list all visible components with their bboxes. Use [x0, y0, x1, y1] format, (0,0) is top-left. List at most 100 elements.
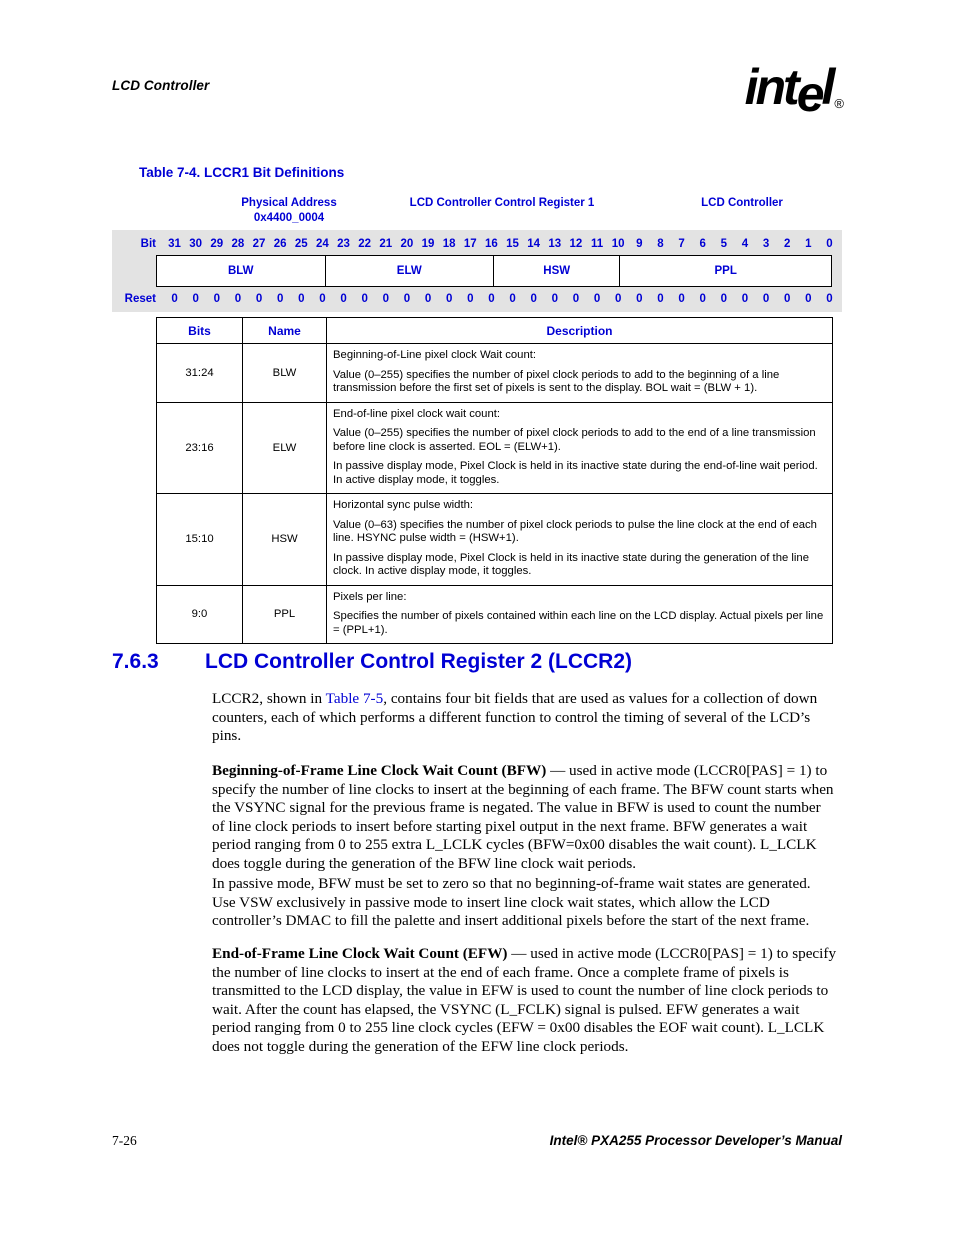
section-title: LCD Controller Control Register 2 (LCCR2… [205, 650, 633, 673]
table-7-5-link[interactable]: Table 7-5 [326, 690, 384, 707]
reset-value-bit-29: 0 [213, 293, 221, 305]
footer-manual-title: Intel® PXA255 Processor Developer’s Manu… [549, 1133, 842, 1148]
reset-value-bit-19: 0 [424, 293, 432, 305]
cell-name-hsw: HSW [242, 493, 327, 586]
reset-value-bit-26: 0 [276, 293, 284, 305]
cell-bits-ppl: 9:0 [156, 584, 243, 644]
register-field-hsw: HSW [494, 256, 621, 286]
bit-number-18: 18 [442, 238, 456, 250]
register-field-blw: BLW [157, 256, 326, 286]
column-header-bits: Bits [156, 317, 243, 344]
cell-name-elw: ELW [242, 401, 327, 494]
bit-number-21: 21 [379, 238, 393, 250]
bit-number-12: 12 [569, 238, 583, 250]
cell-bits-hsw: 15:10 [156, 493, 243, 586]
reset-value-bit-24: 0 [319, 293, 326, 305]
intel-logo: intel ® [744, 59, 844, 122]
reset-value-bit-3: 0 [762, 293, 770, 305]
bit-number-22: 22 [358, 238, 372, 250]
reset-value-bit-4: 0 [741, 293, 749, 305]
bit-number-2: 2 [783, 238, 791, 250]
intel-logo-text: intel [744, 59, 836, 122]
reset-value-bit-16: 0 [488, 293, 495, 305]
bit-number-15: 15 [506, 238, 519, 250]
description-paragraph: In passive display mode, Pixel Clock is … [333, 551, 809, 578]
paragraph-efw: End-of-Frame Line Clock Wait Count (EFW)… [212, 945, 837, 1057]
cell-description-blw: Beginning-of-Line pixel clock Wait count… [326, 343, 833, 403]
bfw-term: Beginning-of-Frame Line Clock Wait Count… [212, 762, 547, 779]
footer-page-number: 7-26 [112, 1133, 137, 1148]
reset-value-bit-10: 0 [614, 293, 622, 305]
bit-number-5: 5 [720, 238, 728, 250]
reset-value-bit-23: 0 [340, 293, 347, 305]
reset-value-bit-20: 0 [403, 293, 411, 305]
reset-value-bit-9: 0 [636, 293, 643, 305]
bit-number-14: 14 [527, 238, 541, 250]
bit-number-25: 25 [294, 238, 308, 250]
column-header-description: Description [326, 317, 833, 344]
bit-number-30: 30 [189, 238, 203, 250]
register-gray-band: Bit 31 30 29 28 27 26 25 24 23 22 21 20 19 18 17 16 15 14… [112, 230, 842, 312]
reset-value-bit-22: 0 [361, 293, 368, 305]
reset-value-bit-27: 0 [255, 293, 263, 305]
reset-value-cells: 0 0 0 0 0 0 0 0 0 0 0 0 0 0 0 0 0 0 0 0 0 0 0 0 0 0 0 0 0 0 0 0 [164, 293, 840, 305]
bit-number-0: 0 [826, 238, 833, 250]
bit-number-9: 9 [636, 238, 643, 250]
reset-value-bit-5: 0 [720, 293, 728, 305]
bit-number-31: 31 [168, 238, 181, 250]
reset-value-bit-7: 0 [678, 293, 685, 305]
intro-text-before: LCCR2, shown in [212, 690, 326, 707]
bit-number-28: 28 [231, 238, 245, 250]
reset-value-bit-18: 0 [445, 293, 453, 305]
reset-value-bit-15: 0 [509, 293, 516, 305]
reset-value-row: Reset 0 0 0 0 0 0 0 0 0 0 0 0 0 0 0 0 0 0 0 0 0 0 0 0 0 0 0 0 0 0 0 0 [112, 288, 842, 310]
reset-value-bit-8: 0 [657, 293, 664, 305]
paragraph-intro: LCCR2, shown in Table 7-5, contains four… [212, 690, 837, 746]
table-body: 31:24 BLW Beginning-of-Line pixel clock Wa… [156, 343, 833, 644]
register-diagram-titles: Physical Address 0x4400_0004 LCD Control… [112, 196, 842, 230]
table-row: 23:16 ELW End-of-line pixel clock wait cou… [156, 401, 833, 494]
description-paragraph: In passive display mode, Pixel Clock is … [333, 460, 818, 486]
reset-value-bit-0: 0 [826, 293, 833, 305]
reset-value-bit-28: 0 [234, 293, 242, 305]
bit-number-11: 11 [590, 238, 604, 250]
description-paragraph: Value (0–63) specifies the number of pix… [333, 518, 817, 545]
reset-row-label: Reset [124, 293, 156, 305]
reset-value-bit-30: 0 [192, 293, 199, 305]
cell-description-ppl: Pixels per line: Specifies the number of … [326, 584, 833, 644]
description-paragraph: Value (0–255) specifies the number of pi… [333, 427, 816, 453]
bit-number-20: 20 [400, 238, 414, 250]
bit-number-3: 3 [762, 238, 770, 250]
paragraph-passive-mode: In passive mode, BFW must be set to zero… [212, 875, 837, 931]
bit-number-1: 1 [805, 238, 812, 250]
reset-value-bit-13: 0 [551, 293, 559, 305]
reset-value-bit-25: 0 [298, 293, 305, 305]
cell-description-hsw: Horizontal sync pulse width: Value (0–63)… [326, 493, 833, 586]
efw-term: End-of-Frame Line Clock Wait Count (EFW) [212, 945, 508, 962]
register-name-label: LCD Controller Control Register 1 [409, 197, 595, 209]
bit-definitions-table: Bits Name Description 31:24 BLW Beginning-… [156, 317, 833, 644]
running-header: LCD Controller [112, 78, 210, 93]
column-header-name: Name [242, 317, 327, 344]
register-field-elw: ELW [326, 256, 494, 286]
bit-number-7: 7 [678, 238, 685, 250]
reset-value-bit-21: 0 [382, 293, 390, 305]
bit-number-4: 4 [741, 238, 749, 250]
description-paragraph: Specifies the number of pixels contained… [333, 610, 824, 636]
bit-number-29: 29 [210, 238, 224, 250]
bit-number-cells: 31 30 29 28 27 26 25 24 23 22 21 20 19 18 17 16 15 14 13 12… [164, 238, 840, 250]
table-row: 9:0 PPL Pixels per line: Specifies the numb… [156, 584, 833, 644]
reset-value-bit-1: 0 [805, 293, 812, 305]
cell-description-elw: End-of-line pixel clock wait count: Value… [326, 401, 833, 494]
bit-number-row: Bit 31 30 29 28 27 26 25 24 23 22 21 20 19 18 17 16 15 14… [112, 233, 842, 255]
cell-bits-blw: 31:24 [156, 343, 243, 403]
reset-value-bit-2: 0 [783, 293, 791, 305]
table-row: 31:24 BLW Beginning-of-Line pixel clock Wa… [156, 343, 833, 403]
passive-mode-text: In passive mode, BFW must be set to zero… [212, 875, 811, 930]
bit-number-8: 8 [657, 238, 664, 250]
bit-number-16: 16 [485, 238, 498, 250]
register-unit-label: LCD Controller [701, 197, 783, 209]
description-paragraph: Horizontal sync pulse width: [333, 499, 474, 511]
bit-number-27: 27 [252, 238, 266, 250]
cell-name-ppl: PPL [242, 584, 327, 644]
